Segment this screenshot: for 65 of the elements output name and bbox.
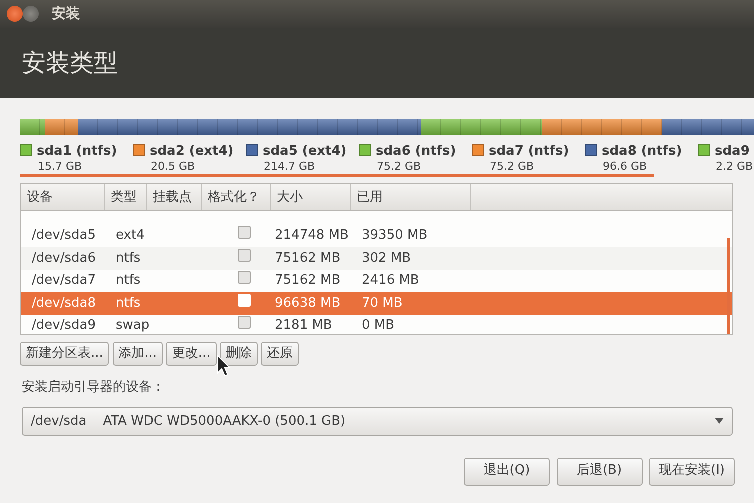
scrollbar[interactable] xyxy=(727,238,730,334)
partition-action-button[interactable]: 新建分区表... xyxy=(20,342,110,366)
partition-name: sda8 (ntfs) xyxy=(602,144,682,158)
table-cell-text: 2416 MB xyxy=(361,272,420,290)
format-checkbox[interactable] xyxy=(238,271,251,284)
table-cell-text: 39350 MB xyxy=(361,227,428,245)
table-cell-text: ntfs xyxy=(115,272,142,290)
partition-action-button[interactable]: 还原 xyxy=(261,342,300,366)
table-row[interactable]: /dev/sda5 ext4 214748 MB 39350 MB xyxy=(21,224,732,247)
partition-name: sda5 (ext4) xyxy=(263,144,347,158)
table-row[interactable]: /dev/sda9 swap 2181 MB 0 MB xyxy=(21,314,732,334)
format-checkbox[interactable] xyxy=(238,226,251,239)
partition-action-button[interactable]: 删除 xyxy=(220,342,258,366)
table-cell-text: 0 MB xyxy=(361,317,395,334)
partition-size: 15.7 GB xyxy=(37,161,84,172)
table-cell-text: /dev/sda9 xyxy=(31,317,97,334)
table-cell-text: ntfs xyxy=(115,250,142,268)
table-cell-text: 214748 MB xyxy=(274,227,350,245)
partition-name: sda9 xyxy=(715,144,750,158)
window-title: 安装 xyxy=(52,4,80,24)
partition-segment xyxy=(20,119,46,135)
column-header[interactable]: 大小 xyxy=(271,184,351,210)
dropdown-arrow-icon xyxy=(715,418,724,424)
dialog-button[interactable]: 后退(B) xyxy=(556,458,642,486)
bootloader-dropdown[interactable]: /dev/sda ATA WDC WD5000AAKX-0 (500.1 GB) xyxy=(22,406,733,436)
table-cell-text: 70 MB xyxy=(361,294,403,312)
column-header[interactable]: 类型 xyxy=(105,184,147,210)
partition-name: sda1 (ntfs) xyxy=(37,144,118,158)
table-cell-text: ntfs xyxy=(115,294,142,312)
partition-size: 75.2 GB xyxy=(376,161,422,172)
partition-name: sda6 (ntfs) xyxy=(376,144,456,158)
partition-size: 20.5 GB xyxy=(150,161,196,172)
minimize-button[interactable] xyxy=(23,6,39,22)
partition-size: 2.2 GB xyxy=(715,161,754,172)
table-cell-text: 302 MB xyxy=(361,250,412,268)
partition-action-button[interactable]: 添加... xyxy=(112,342,164,366)
partition-name: sda7 (ntfs) xyxy=(489,144,570,158)
partition-size: 75.2 GB xyxy=(489,161,536,172)
column-header[interactable]: 挂载点 xyxy=(147,184,202,210)
table-cell-text: /dev/sda7 xyxy=(31,272,97,290)
format-checkbox[interactable] xyxy=(238,316,251,329)
table-cell-text: 96638 MB xyxy=(274,294,342,312)
table-cell-text: ext4 xyxy=(115,227,146,245)
partition-action-button[interactable]: 更改... xyxy=(166,342,217,366)
column-header[interactable]: 设备 xyxy=(21,184,105,210)
format-checkbox[interactable] xyxy=(238,248,251,262)
column-header[interactable]: 格式化？ xyxy=(202,184,271,210)
bootloader-label: 安装启动引导器的设备： xyxy=(22,379,166,398)
partition-size: 96.6 GB xyxy=(602,161,648,172)
table-cell-text: 75162 MB xyxy=(274,272,342,290)
partition-size: 214.7 GB xyxy=(263,161,316,172)
table-cell-text: /dev/sda5 xyxy=(31,227,97,245)
table-cell-text: 75162 MB xyxy=(274,250,342,268)
table-cell-text: /dev/sda8 xyxy=(31,294,97,312)
table-cell-text: /dev/sda6 xyxy=(31,250,97,268)
table-cell-text: 2181 MB xyxy=(274,317,334,334)
dialog-button[interactable]: 现在安装(I) xyxy=(649,458,735,486)
page-title: 安装类型 xyxy=(22,48,118,79)
table-row[interactable]: /dev/sda7 ntfs 75162 MB 2416 MB xyxy=(21,270,732,292)
table-cell-text: swap xyxy=(115,317,151,334)
column-header[interactable]: 已用 xyxy=(351,184,471,210)
close-button[interactable] xyxy=(6,6,22,22)
dialog-button[interactable]: 退出(Q) xyxy=(464,458,550,486)
table-row[interactable]: /dev/sda6 ntfs 75162 MB 302 MB xyxy=(21,247,732,270)
partition-name: sda2 (ext4) xyxy=(150,144,234,158)
